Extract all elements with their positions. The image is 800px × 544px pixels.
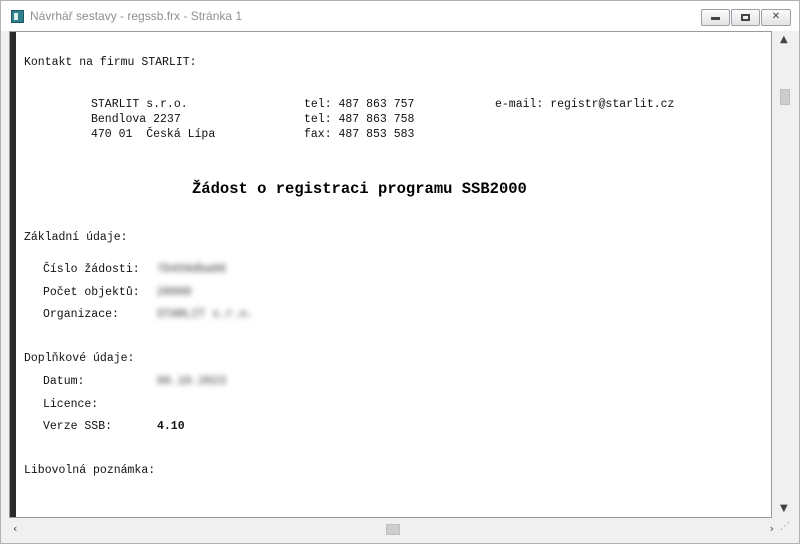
vertical-scrollbar[interactable]: ▲ ▼	[777, 31, 793, 518]
close-icon: ✕	[771, 11, 781, 22]
company-fax: fax: 487 853 583	[304, 128, 415, 141]
field-label: Číslo žádosti:	[43, 263, 140, 276]
field-label: Licence:	[43, 398, 99, 411]
company-email: e-mail: registr@starlit.cz	[495, 98, 675, 111]
basic-heading: Základní údaje:	[24, 231, 128, 244]
field-label: Datum:	[43, 375, 85, 388]
field-label: Organizace:	[43, 308, 119, 321]
company-city: 470 01 Česká Lípa	[91, 128, 216, 141]
minimize-button[interactable]	[701, 9, 730, 26]
window-title: Návrhář sestavy - regssb.frx - Stránka 1	[30, 9, 243, 23]
field-value-organization: STARLIT s.r.o.	[157, 308, 254, 321]
field-value-ssb-version: 4.10	[157, 420, 185, 433]
company-name: STARLIT s.r.o.	[91, 98, 188, 111]
field-label: Verze SSB:	[43, 420, 113, 433]
resize-grip-icon[interactable]: ⋰	[780, 521, 796, 537]
close-button[interactable]: ✕	[761, 9, 791, 26]
report-preview-page: Kontakt na firmu STARLIT: STARLIT s.r.o.…	[9, 31, 772, 518]
app-icon	[11, 10, 24, 23]
minimize-icon	[711, 17, 720, 20]
contact-heading: Kontakt na firmu STARLIT:	[24, 56, 197, 69]
extra-heading: Doplňkové údaje:	[24, 352, 135, 365]
scroll-right-icon[interactable]: ›	[770, 522, 774, 535]
report-designer-window: Návrhář sestavy - regssb.frx - Stránka 1…	[0, 0, 800, 544]
scroll-down-icon[interactable]: ▼	[780, 503, 788, 514]
company-tel1: tel: 487 863 757	[304, 98, 415, 111]
note-heading: Libovolná poznámka:	[24, 464, 156, 477]
scroll-up-icon[interactable]: ▲	[780, 34, 788, 45]
page-edge	[10, 32, 16, 517]
report-title: Žádost o registraci programu SSB2000	[192, 180, 527, 198]
scroll-left-icon[interactable]: ‹	[13, 522, 17, 535]
field-value-date: 09.10.2023	[157, 375, 227, 388]
maximize-button[interactable]	[731, 9, 760, 26]
maximize-icon	[741, 14, 750, 21]
field-value-request-number: 7D459dba00	[157, 263, 227, 276]
title-bar[interactable]: Návrhář sestavy - regssb.frx - Stránka 1…	[1, 1, 799, 31]
company-street: Bendlova 2237	[91, 113, 181, 126]
horizontal-scroll-thumb[interactable]	[386, 524, 400, 535]
field-label: Počet objektů:	[43, 286, 140, 299]
horizontal-scrollbar[interactable]: ‹ ›	[9, 521, 778, 537]
company-tel2: tel: 487 863 758	[304, 113, 415, 126]
field-value-object-count: 20000	[157, 286, 192, 299]
vertical-scroll-thumb[interactable]	[780, 89, 790, 105]
